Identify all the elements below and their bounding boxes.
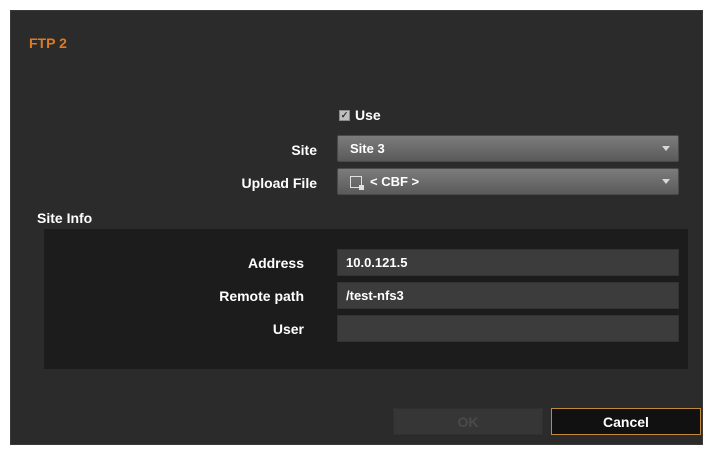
- ok-button[interactable]: OK: [393, 408, 543, 435]
- user-label: User: [272, 321, 304, 337]
- site-info-heading: Site Info: [37, 210, 93, 226]
- remote-path-label: Remote path: [219, 288, 304, 304]
- address-label: Address: [247, 255, 304, 271]
- remote-path-value: /test-nfs3: [346, 288, 404, 303]
- site-label: Site: [291, 142, 317, 158]
- use-checkbox[interactable]: ✓: [339, 109, 350, 121]
- use-label: Use: [355, 107, 381, 123]
- chevron-down-icon: [662, 146, 670, 151]
- check-icon: ✓: [340, 109, 349, 120]
- address-field[interactable]: 10.0.121.5: [337, 249, 679, 276]
- site-info-panel: Address 10.0.121.5 Remote path /test-nfs…: [44, 229, 688, 369]
- upload-file-select-value: < CBF >: [370, 174, 420, 189]
- address-value: 10.0.121.5: [346, 255, 408, 270]
- dialog-title: FTP 2: [29, 35, 67, 51]
- site-select-value: Site 3: [350, 141, 385, 156]
- user-field[interactable]: [337, 315, 679, 342]
- remote-path-field[interactable]: /test-nfs3: [337, 282, 679, 309]
- ftp-dialog: FTP 2 ✓ Use Site Site 3 Upload File < CB…: [10, 10, 703, 445]
- use-checkbox-row[interactable]: ✓ Use: [339, 107, 381, 123]
- upload-file-select[interactable]: < CBF >: [337, 168, 679, 195]
- cancel-button[interactable]: Cancel: [551, 408, 701, 435]
- upload-file-label: Upload File: [241, 175, 317, 191]
- chevron-down-icon: [662, 179, 670, 184]
- file-icon: [350, 175, 364, 190]
- site-select[interactable]: Site 3: [337, 135, 679, 162]
